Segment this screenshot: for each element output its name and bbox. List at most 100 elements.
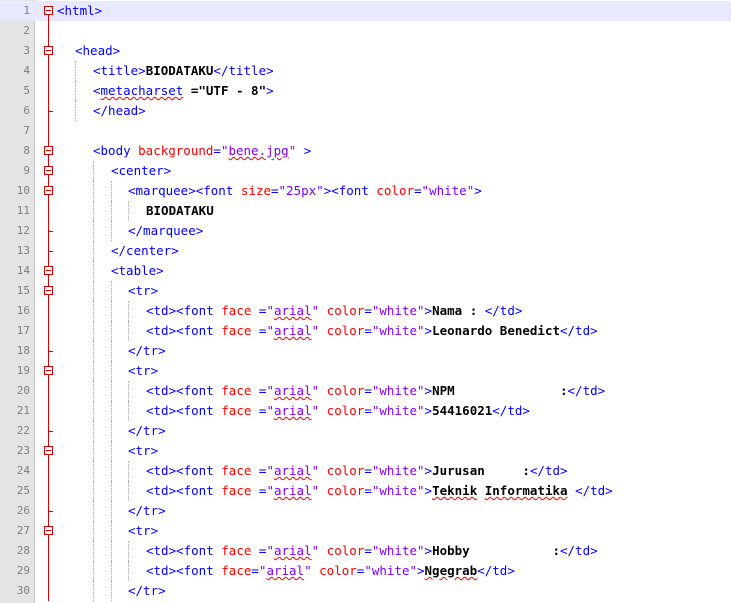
- code-text[interactable]: <marquee><font size="25px"><font color="…: [128, 181, 482, 201]
- code-text[interactable]: </tr>: [128, 421, 166, 441]
- code-line[interactable]: 10 <marquee><font size="25px"><font color…: [0, 181, 731, 201]
- indent-guide: [93, 461, 94, 481]
- code-line[interactable]: 12 </marquee>: [0, 221, 731, 241]
- code-text[interactable]: <head>: [75, 41, 120, 61]
- code-text[interactable]: <title>BIODATAKU</title>: [93, 61, 274, 81]
- code-token: arial: [273, 403, 312, 418]
- code-line[interactable]: 24 <td><font face ="arial" color="white">…: [0, 461, 731, 481]
- indent-guide: [93, 281, 94, 301]
- code-line[interactable]: 3 <head>: [0, 41, 731, 61]
- code-token: </td>: [529, 463, 568, 478]
- code-line[interactable]: 21 <td><font face ="arial" color="white">…: [0, 401, 731, 421]
- code-line[interactable]: 19 <tr>: [0, 361, 731, 381]
- code-text[interactable]: </tr>: [128, 501, 166, 521]
- code-text[interactable]: <td><font face ="arial" color="white">Na…: [146, 301, 522, 321]
- line-number: 14: [16, 264, 30, 277]
- code-line[interactable]: 28 <td><font face ="arial" color="white">…: [0, 541, 731, 561]
- code-text[interactable]: </center>: [111, 241, 179, 261]
- code-line[interactable]: 25 <td><font face ="arial" color="white">…: [0, 481, 731, 501]
- code-line[interactable]: 27 <tr>: [0, 521, 731, 541]
- code-line[interactable]: 8 <body background="bene.jpg" >: [0, 141, 731, 161]
- code-line[interactable]: 23 <tr>: [0, 441, 731, 461]
- code-text[interactable]: <td><font face ="arial" color="white">Le…: [146, 321, 598, 341]
- code-line[interactable]: 17 <td><font face ="arial" color="white">…: [0, 321, 731, 341]
- code-text[interactable]: <tr>: [128, 281, 158, 301]
- code-token: <td><font: [146, 463, 222, 478]
- code-token: >: [424, 303, 433, 318]
- code-text[interactable]: <td><font face ="arial" color="white">Ho…: [146, 541, 598, 561]
- code-text[interactable]: <td><font face ="arial" color="white">54…: [146, 401, 530, 421]
- code-token: =: [251, 383, 267, 398]
- code-token: color: [326, 383, 365, 398]
- indent-guide: [75, 61, 76, 81]
- code-line[interactable]: 14 <table>: [0, 261, 731, 281]
- code-token: =: [251, 563, 259, 578]
- code-token: face: [221, 383, 252, 398]
- fold-toggle-icon[interactable]: [44, 146, 53, 159]
- code-token: face: [221, 543, 252, 558]
- fold-toggle-icon[interactable]: [44, 526, 53, 539]
- fold-toggle-icon[interactable]: [44, 446, 53, 459]
- fold-toggle-icon[interactable]: [44, 186, 53, 199]
- code-text[interactable]: <td><font face ="arial" color="white">NP…: [146, 381, 605, 401]
- code-line[interactable]: 7: [0, 121, 731, 141]
- fold-toggle-icon[interactable]: [44, 286, 53, 299]
- code-line[interactable]: 6 </head>: [0, 101, 731, 121]
- code-text[interactable]: <metacharset ="UTF - 8">: [93, 81, 274, 101]
- fold-toggle-icon[interactable]: [44, 46, 53, 59]
- code-line[interactable]: 26 </tr>: [0, 501, 731, 521]
- indent-guide: [111, 561, 112, 581]
- code-editor[interactable]: 1 <html> 2 3 <head> 4 <title>BIODATAKU</title>…: [0, 0, 731, 603]
- code-line[interactable]: 29 <td><font face="arial" color="white">N…: [0, 561, 731, 581]
- code-text[interactable]: </tr>: [128, 341, 166, 361]
- code-line[interactable]: 13 </center>: [0, 241, 731, 261]
- code-text[interactable]: <tr>: [128, 441, 158, 461]
- code-line[interactable]: 2: [0, 21, 731, 41]
- line-number: 7: [23, 124, 30, 137]
- code-token: arial: [273, 543, 312, 558]
- fold-guide-line: [48, 81, 49, 101]
- fold-toggle-icon[interactable]: [44, 166, 53, 179]
- code-line[interactable]: 9 <center>: [0, 161, 731, 181]
- code-line[interactable]: 16 <td><font face ="arial" color="white">…: [0, 301, 731, 321]
- code-line[interactable]: 5 <metacharset ="UTF - 8">: [0, 81, 731, 101]
- fold-guide-line: [48, 121, 49, 141]
- code-text[interactable]: </marquee>: [128, 221, 203, 241]
- code-token: </tr>: [128, 503, 166, 518]
- code-text[interactable]: <table>: [111, 261, 164, 281]
- code-text[interactable]: <td><font face ="arial" color="white">Te…: [146, 481, 613, 501]
- code-token: ": [266, 463, 274, 478]
- code-token: =: [251, 463, 267, 478]
- code-text[interactable]: <tr>: [128, 361, 158, 381]
- code-line[interactable]: 1 <html>: [0, 1, 731, 21]
- code-token: =: [251, 543, 267, 558]
- code-line[interactable]: 30 </tr>: [0, 581, 731, 601]
- fold-toggle-icon[interactable]: [44, 6, 53, 19]
- code-text[interactable]: <td><font face="arial" color="white">Nge…: [146, 561, 515, 581]
- fold-toggle-icon[interactable]: [44, 366, 53, 379]
- code-token: Ngegrab: [424, 563, 478, 578]
- code-text[interactable]: <body background="bene.jpg" >: [93, 141, 311, 161]
- code-line[interactable]: 11 BIODATAKU: [0, 201, 731, 221]
- fold-toggle-icon[interactable]: [44, 266, 53, 279]
- code-line[interactable]: 4 <title>BIODATAKU</title>: [0, 61, 731, 81]
- code-text[interactable]: <html>: [57, 1, 102, 21]
- fold-end-marker: [48, 431, 53, 432]
- code-line[interactable]: 20 <td><font face ="arial" color="white">…: [0, 381, 731, 401]
- code-text[interactable]: </tr>: [128, 581, 166, 601]
- indent-guide: [93, 241, 94, 261]
- code-line[interactable]: 15 <tr>: [0, 281, 731, 301]
- code-token: >: [424, 383, 433, 398]
- code-text[interactable]: <center>: [111, 161, 171, 181]
- code-text[interactable]: <td><font face ="arial" color="white">Ju…: [146, 461, 568, 481]
- indent-guide: [93, 501, 94, 521]
- code-text[interactable]: <tr>: [128, 521, 158, 541]
- line-number: 17: [16, 324, 30, 337]
- code-line[interactable]: 18 </tr>: [0, 341, 731, 361]
- code-text[interactable]: BIODATAKU: [146, 201, 214, 221]
- code-text[interactable]: </head>: [93, 101, 146, 121]
- code-token: =: [364, 543, 372, 558]
- code-line[interactable]: 22 </tr>: [0, 421, 731, 441]
- code-token: face: [221, 403, 252, 418]
